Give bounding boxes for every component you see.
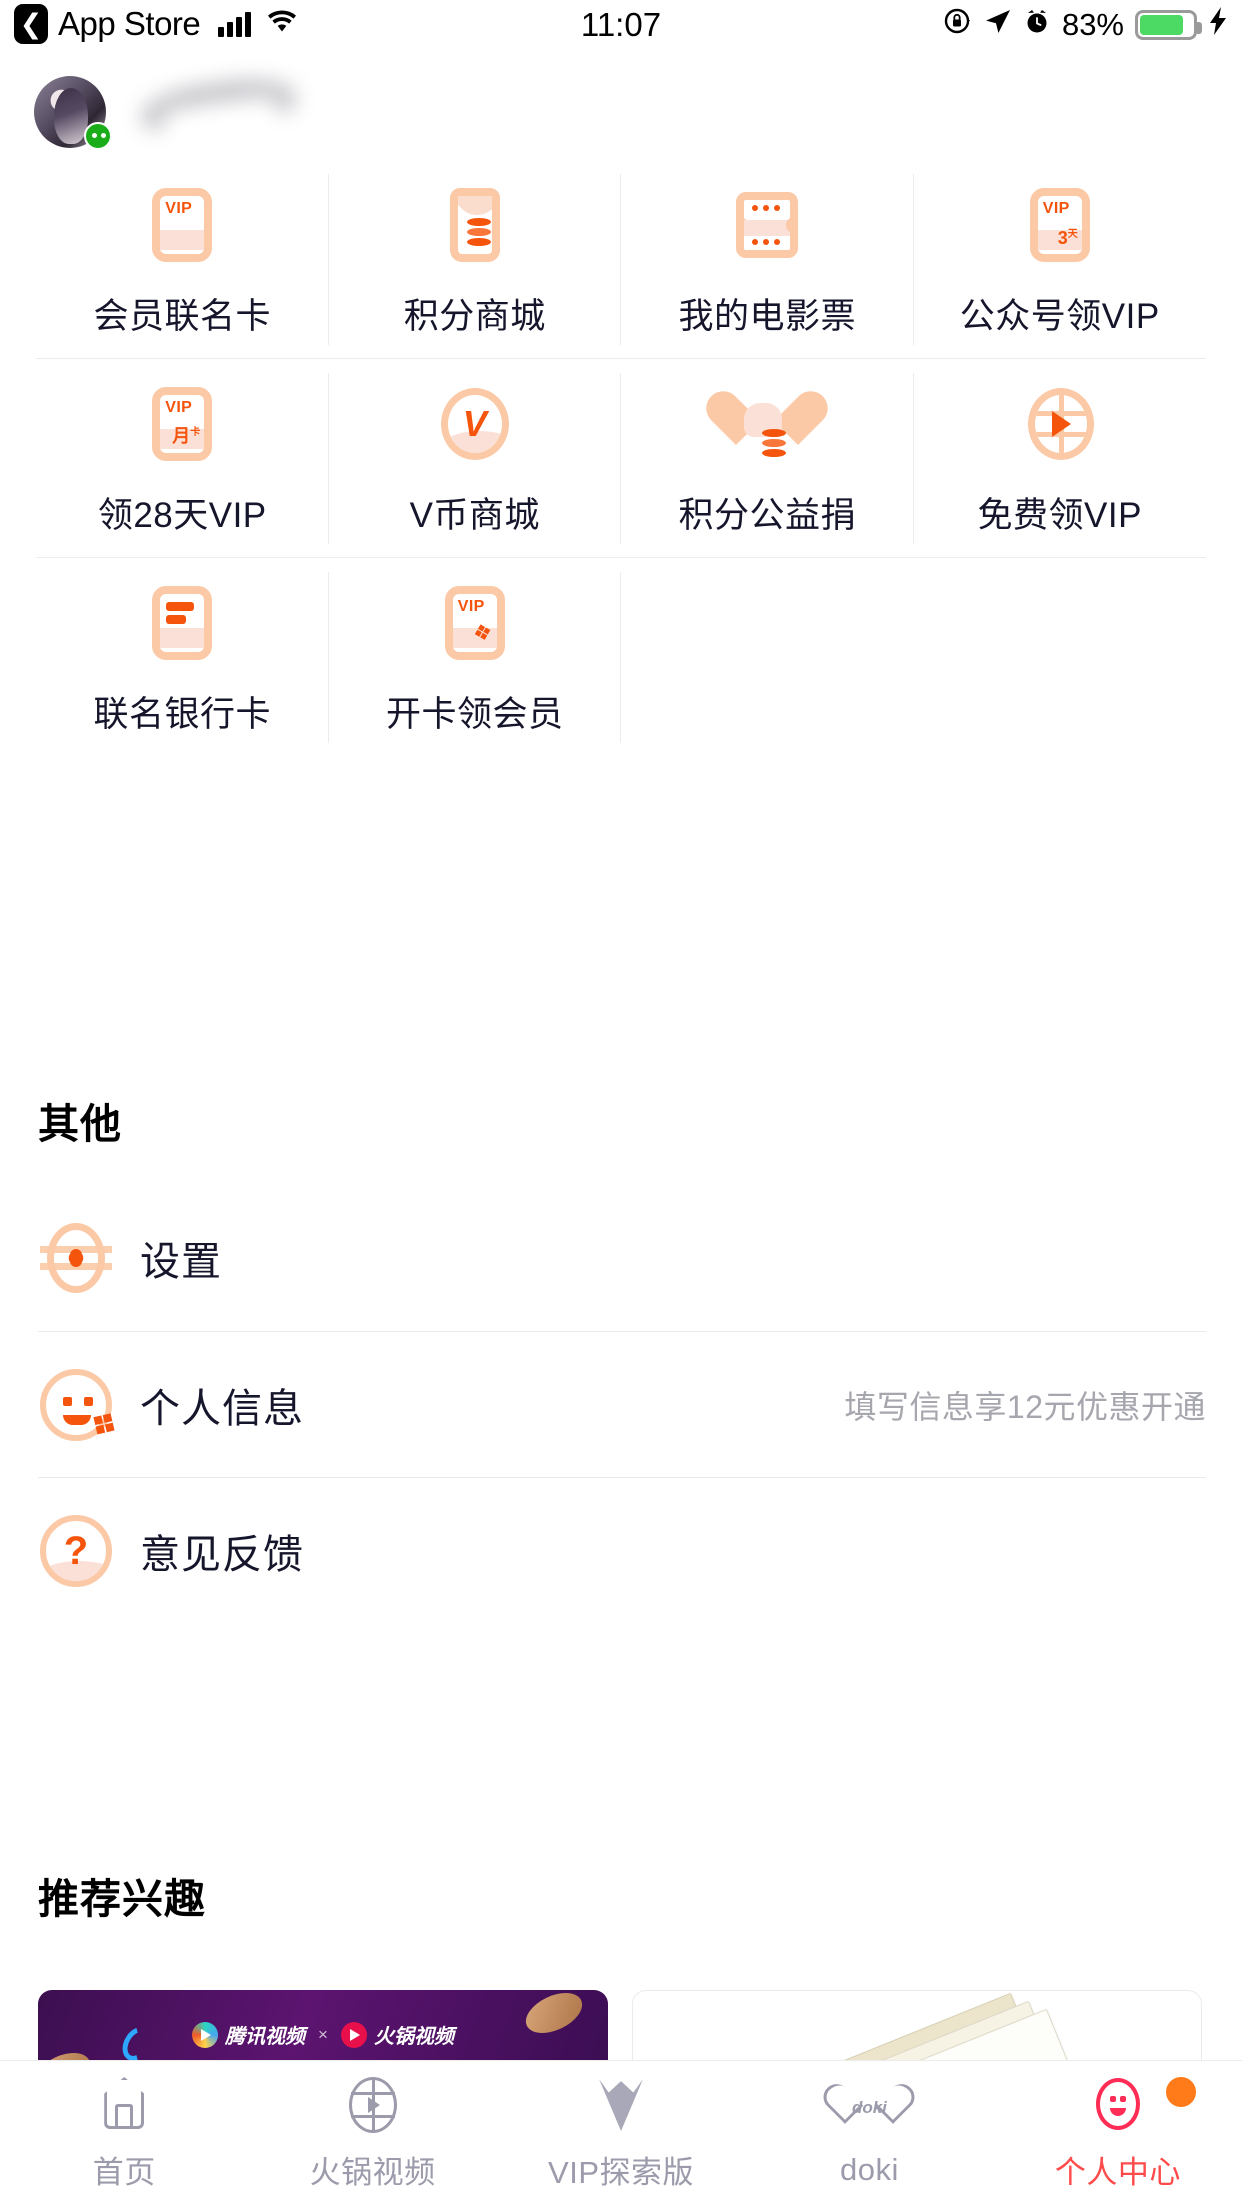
v-coin-mall-icon: V bbox=[436, 385, 514, 463]
grid-item-label: 公众号领VIP bbox=[960, 288, 1160, 339]
grid-item-label: 开卡领会员 bbox=[386, 686, 564, 737]
tab-doki[interactable]: doki doki bbox=[745, 2061, 993, 2208]
grid-item-label: 积分公益捐 bbox=[678, 487, 856, 538]
tab-label: VIP探索版 bbox=[548, 2147, 694, 2192]
grid-item-vip-cobrand-card[interactable]: VIP 会员联名卡 bbox=[36, 160, 329, 359]
battery-icon bbox=[1135, 10, 1197, 40]
profile-header[interactable] bbox=[34, 64, 1208, 156]
grid-item-vip-28day[interactable]: VIP月卡 领28天VIP bbox=[36, 359, 329, 558]
lightning-bolt-icon bbox=[1208, 6, 1228, 44]
card-brandline: 腾讯视频 × 火锅视频 bbox=[192, 2020, 454, 2049]
status-bar: ❮ App Store 11:07 83% bbox=[0, 0, 1242, 58]
cobrand-bank-card-icon bbox=[143, 584, 221, 662]
open-card-vip-icon: VIP❖ bbox=[436, 584, 514, 662]
list-item-label: 个人信息 bbox=[140, 1376, 304, 1434]
bottom-tab-bar: 首页 火锅视频 VIP探索版 doki doki 个人中心 bbox=[0, 2060, 1242, 2208]
grid-item-vip-3day[interactable]: VIP3天 公众号领VIP bbox=[914, 160, 1207, 359]
section-title-other: 其他 bbox=[38, 1090, 122, 1150]
screen-root: ❮ App Store 11:07 83% bbox=[0, 0, 1242, 2208]
movie-ticket-icon bbox=[728, 186, 806, 264]
vip-crown-icon bbox=[593, 2077, 649, 2135]
grid-item-label: 领28天VIP bbox=[98, 487, 267, 538]
list-item-label: 意见反馈 bbox=[140, 1522, 304, 1580]
smiley-face-icon bbox=[1090, 2077, 1146, 2135]
vip-cobrand-card-icon: VIP bbox=[143, 186, 221, 264]
grid-item-label: 我的电影票 bbox=[678, 288, 856, 339]
list-item-personal-info[interactable]: ❖ 个人信息 填写信息享12元优惠开通 bbox=[38, 1331, 1206, 1477]
other-list: 设置 ❖ 个人信息 填写信息享12元优惠开通 ? 意见反馈 bbox=[38, 1185, 1206, 1623]
profile-face-wrench-icon: ❖ bbox=[38, 1367, 114, 1443]
section-title-interest: 推荐兴趣 bbox=[38, 1865, 206, 1925]
brand-right-label: 火锅视频 bbox=[374, 2020, 454, 2049]
avatar-wrapper[interactable] bbox=[34, 76, 106, 148]
gear-icon bbox=[38, 1220, 114, 1296]
tab-home[interactable]: 首页 bbox=[0, 2061, 248, 2208]
grid-item-empty-1 bbox=[621, 558, 914, 757]
tab-personal-center[interactable]: 个人中心 bbox=[994, 2061, 1242, 2208]
question-mark-icon: ? bbox=[38, 1513, 114, 1589]
vip-monthly-card-icon: VIP月卡 bbox=[143, 385, 221, 463]
nickname-blurred bbox=[130, 70, 330, 150]
grid-item-points-donate[interactable]: 积分公益捐 bbox=[621, 359, 914, 558]
list-item-settings[interactable]: 设置 bbox=[38, 1185, 1206, 1331]
grid-item-free-vip[interactable]: 免费领VIP bbox=[914, 359, 1207, 558]
grid-item-points-mall[interactable]: 积分商城 bbox=[329, 160, 622, 359]
decorative-chip-icon bbox=[520, 1990, 589, 2041]
list-item-hint: 填写信息享12元优惠开通 bbox=[844, 1382, 1206, 1428]
list-item-label: 设置 bbox=[140, 1229, 222, 1287]
location-arrow-icon bbox=[984, 7, 1012, 43]
wechat-badge-icon bbox=[84, 122, 112, 150]
tab-vip-explore[interactable]: VIP探索版 bbox=[497, 2061, 745, 2208]
list-item-feedback[interactable]: ? 意见反馈 bbox=[38, 1477, 1206, 1623]
grid-item-label: 会员联名卡 bbox=[93, 288, 271, 339]
heart-coin-donate-icon bbox=[728, 385, 806, 463]
brand-left-label: 腾讯视频 bbox=[225, 2020, 305, 2049]
brand-separator: × bbox=[318, 2025, 328, 2045]
home-icon bbox=[96, 2077, 152, 2135]
status-bar-right: 83% bbox=[943, 6, 1228, 44]
grid-item-v-coin-mall[interactable]: V V币商城 bbox=[329, 359, 622, 558]
tencent-video-logo-icon bbox=[192, 2022, 218, 2048]
service-grid: VIP 会员联名卡 积分商城 我的电影票 VIP3天 公众号领VIP VIP月卡 bbox=[36, 160, 1206, 757]
free-vip-film-icon bbox=[1021, 385, 1099, 463]
tab-label: doki bbox=[840, 2152, 899, 2188]
grid-item-empty-2 bbox=[914, 558, 1207, 757]
grid-item-open-card-vip[interactable]: VIP❖ 开卡领会员 bbox=[329, 558, 622, 757]
vip-3day-card-icon: VIP3天 bbox=[1021, 186, 1099, 264]
tab-label: 首页 bbox=[93, 2147, 156, 2192]
notification-badge bbox=[1166, 2077, 1196, 2107]
grid-item-label: 免费领VIP bbox=[978, 487, 1142, 538]
points-mall-icon bbox=[436, 186, 514, 264]
grid-item-label: 积分商城 bbox=[404, 288, 546, 339]
grid-item-cobrand-bank-card[interactable]: 联名银行卡 bbox=[36, 558, 329, 757]
film-reel-icon bbox=[345, 2077, 401, 2135]
grid-item-label: 联名银行卡 bbox=[93, 686, 271, 737]
grid-item-movie-ticket[interactable]: 我的电影票 bbox=[621, 160, 914, 359]
battery-percent-label: 83% bbox=[1062, 7, 1124, 43]
doki-heart-icon: doki bbox=[841, 2082, 897, 2140]
rotation-lock-icon bbox=[943, 6, 973, 44]
hotpot-video-logo-icon bbox=[341, 2022, 367, 2048]
grid-item-label: V币商城 bbox=[410, 487, 540, 538]
tab-hotpot-video[interactable]: 火锅视频 bbox=[248, 2061, 496, 2208]
tab-label: 个人中心 bbox=[1055, 2147, 1181, 2192]
tab-label: 火锅视频 bbox=[310, 2147, 436, 2192]
alarm-clock-icon bbox=[1023, 7, 1051, 43]
